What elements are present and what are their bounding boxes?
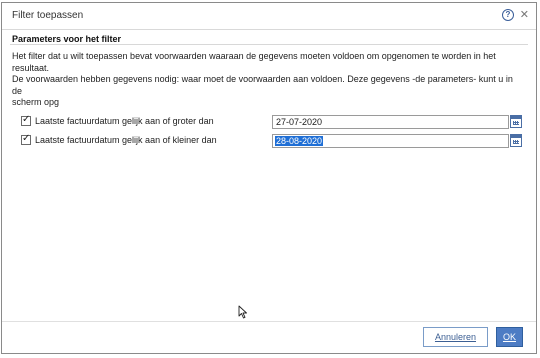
ok-button[interactable]: OK xyxy=(496,327,523,347)
parameter-row-from-date: ✓ Laatste factuurdatum gelijk aan of gro… xyxy=(12,114,526,130)
description-text: Het filter dat u wilt toepassen bevat vo… xyxy=(12,51,522,109)
close-icon[interactable]: ✕ xyxy=(520,8,529,21)
parameter-row-to-date: ✓ Laatste factuurdatum gelijk aan of kle… xyxy=(12,133,526,149)
from-date-input[interactable]: 27-07-2020 xyxy=(272,115,509,129)
date-value-selected: 28-08-2020 xyxy=(275,136,324,146)
divider xyxy=(10,44,528,45)
parameter-label: Laatste factuurdatum gelijk aan of grote… xyxy=(35,116,214,126)
calendar-icon[interactable] xyxy=(510,134,522,147)
dialog-title: Filter toepassen xyxy=(12,10,84,21)
parameter-checkbox-to[interactable]: ✓ xyxy=(21,133,31,145)
calendar-icon[interactable] xyxy=(510,115,522,128)
checkmark-icon: ✓ xyxy=(22,133,31,144)
cancel-label: Annuleren xyxy=(434,332,477,342)
description-line: De voorwaarden hebben gegevens nodig: wa… xyxy=(12,74,513,96)
filter-dialog: Filter toepassen ? ✕ Parameters voor het… xyxy=(1,2,537,354)
footer-divider xyxy=(2,321,536,322)
section-header: Parameters voor het filter xyxy=(12,34,122,44)
date-value: 27-07-2020 xyxy=(276,117,323,127)
ok-label: OK xyxy=(502,332,516,342)
help-icon[interactable]: ? xyxy=(502,9,514,21)
title-bar: Filter toepassen ? ✕ xyxy=(2,3,536,30)
cancel-button[interactable]: Annuleren xyxy=(423,327,488,347)
checkmark-icon: ✓ xyxy=(22,114,31,125)
mouse-cursor-icon xyxy=(238,305,247,319)
parameter-label: Laatste factuurdatum gelijk aan of klein… xyxy=(35,135,217,145)
to-date-input[interactable]: 28-08-2020 xyxy=(272,134,509,148)
description-line: scherm opg xyxy=(12,97,60,107)
parameter-checkbox-from[interactable]: ✓ xyxy=(21,114,31,126)
description-line: Het filter dat u wilt toepassen bevat vo… xyxy=(12,51,496,73)
